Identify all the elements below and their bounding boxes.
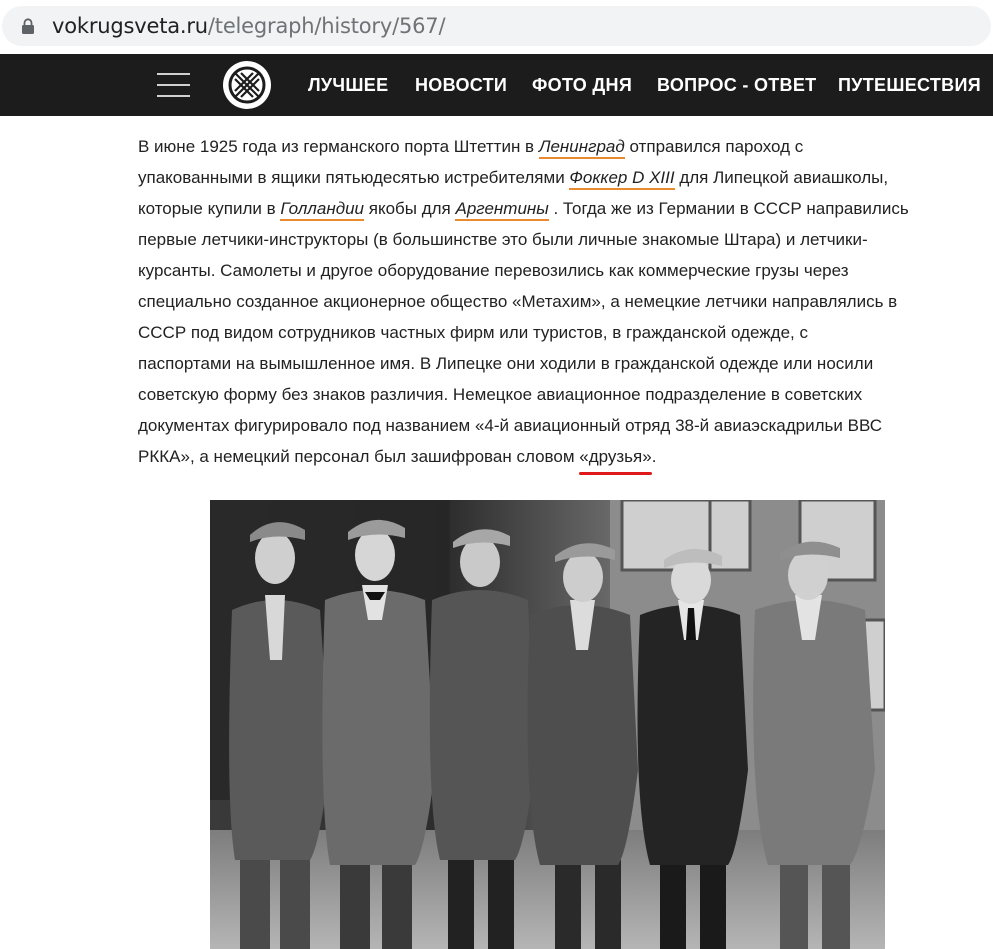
- url-text[interactable]: vokrugsveta.ru/telegraph/history/567/: [52, 14, 446, 38]
- link-fokker[interactable]: Фоккер D XIII: [569, 168, 675, 190]
- lock-icon[interactable]: [21, 18, 35, 34]
- text-line: документах фигурировало под названием «4…: [138, 416, 882, 435]
- photo-illustration: [210, 500, 885, 949]
- text-segment: для Липецкой авиашколы,: [674, 168, 889, 187]
- text-segment: РККА», а немецкий персонал был зашифрова…: [138, 447, 580, 466]
- text-segment: В июне 1925 года из германского порта Шт…: [138, 137, 539, 156]
- site-header: ЛУЧШЕЕ НОВОСТИ ФОТО ДНЯ ВОПРОС - ОТВЕТ П…: [0, 54, 993, 116]
- text-line: которые купили в Голландии якобы для Арг…: [138, 193, 968, 224]
- globe-logo-icon[interactable]: [222, 60, 272, 110]
- nav-item-photo-of-day[interactable]: ФОТО ДНЯ: [532, 74, 632, 96]
- link-argentina[interactable]: Аргентины: [455, 199, 549, 221]
- article-photo: [210, 500, 885, 949]
- text-segment: которые купили в: [138, 199, 281, 218]
- text-line: упакованными в ящики пятьюдесятью истреб…: [138, 162, 968, 193]
- nav-item-best[interactable]: ЛУЧШЕЕ: [308, 74, 388, 96]
- highlighted-word-friends: «друзья»: [579, 447, 652, 466]
- text-line: курсанты. Самолеты и другое оборудование…: [138, 261, 849, 280]
- text-line: РККА», а немецкий персонал был зашифрова…: [138, 441, 968, 472]
- text-segment: . Тогда же из Германии в СССР направилис…: [548, 199, 909, 218]
- url-host: vokrugsveta.ru: [52, 14, 208, 38]
- link-leningrad[interactable]: Ленинград: [538, 137, 625, 159]
- address-bar[interactable]: vokrugsveta.ru/telegraph/history/567/: [2, 6, 991, 46]
- text-line: В июне 1925 года из германского порта Шт…: [138, 131, 968, 162]
- nav-item-news[interactable]: НОВОСТИ: [415, 74, 507, 96]
- article-paragraph: В июне 1925 года из германского порта Шт…: [138, 131, 968, 472]
- text-line: паспортами на вымышленное имя. В Липецке…: [138, 354, 874, 373]
- text-line: СССР под видом сотрудников частных фирм …: [138, 323, 808, 342]
- text-line: первые летчики-инструкторы (в большинств…: [138, 230, 868, 249]
- article-body: В июне 1925 года из германского порта Шт…: [138, 131, 968, 472]
- nav-item-question-answer[interactable]: ВОПРОС - ОТВЕТ: [657, 74, 816, 96]
- text-line: советскую форму без знаков различия. Нем…: [138, 385, 863, 404]
- text-segment: отправился пароход с: [624, 137, 804, 156]
- link-holland[interactable]: Голландии: [280, 199, 365, 221]
- text-segment: .: [651, 447, 657, 466]
- nav-item-travel[interactable]: ПУТЕШЕСТВИЯ: [838, 74, 981, 96]
- text-segment: упакованными в ящики пятьюдесятью истреб…: [138, 168, 570, 187]
- hamburger-menu-icon[interactable]: [157, 73, 190, 98]
- browser-toolbar: vokrugsveta.ru/telegraph/history/567/: [0, 0, 993, 54]
- text-line: специально созданное акционерное обществ…: [138, 292, 898, 311]
- text-segment: якобы для: [364, 199, 456, 218]
- url-path: /telegraph/history/567/: [207, 14, 446, 38]
